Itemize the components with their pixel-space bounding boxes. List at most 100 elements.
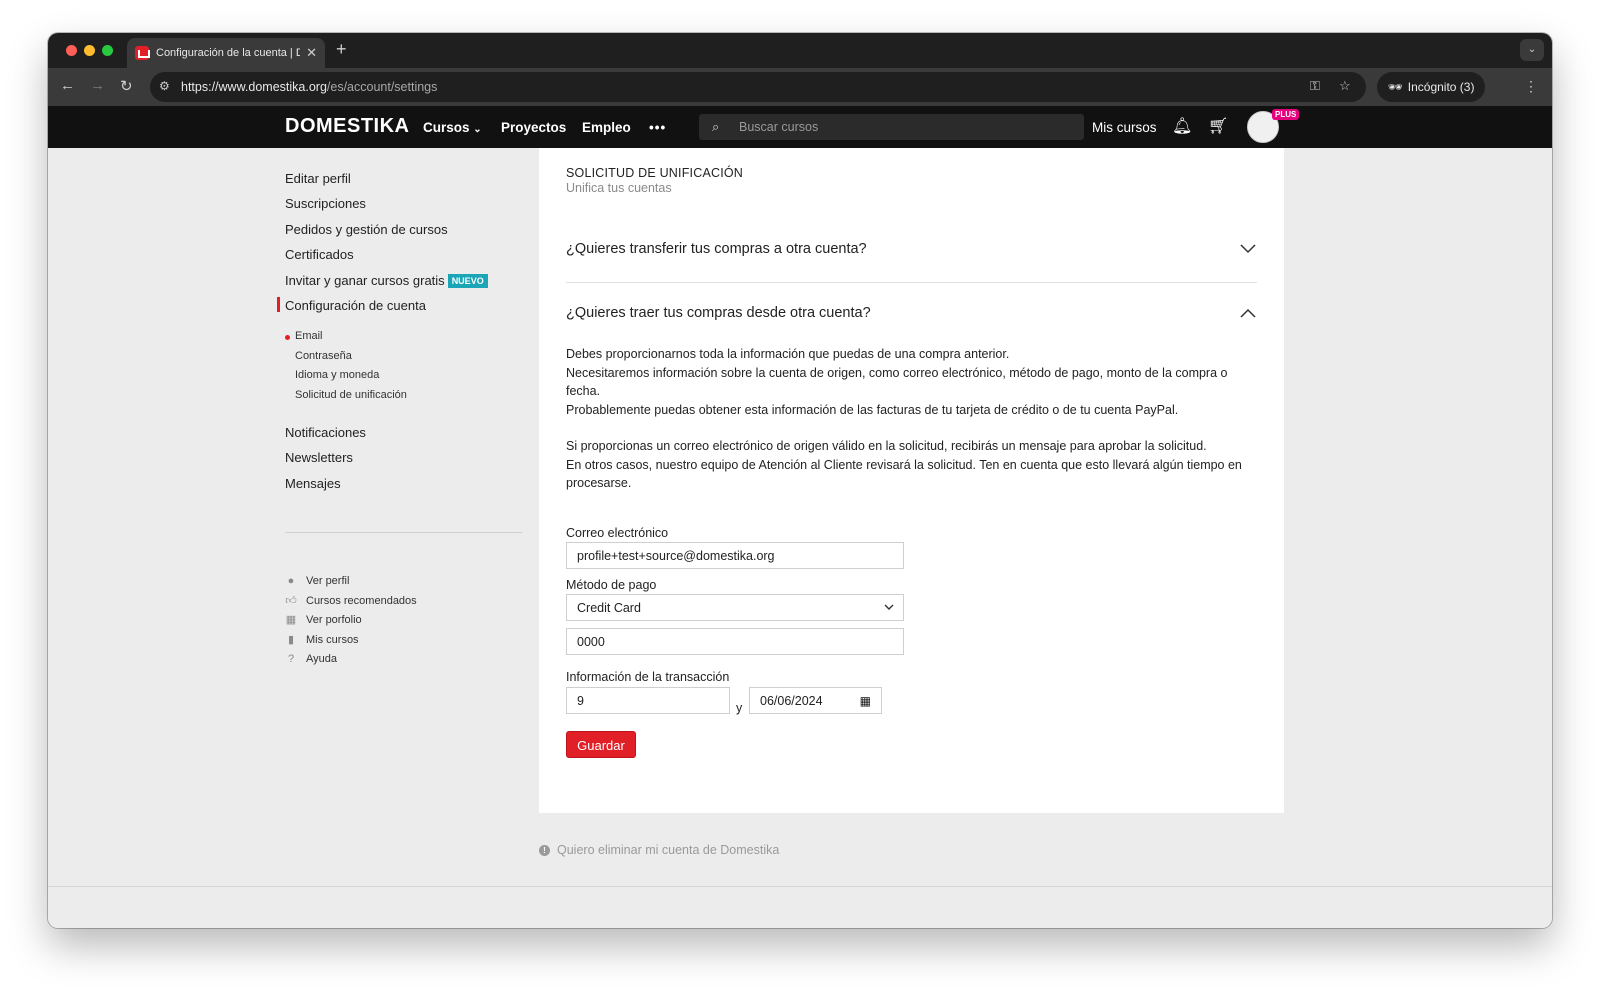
subitem-contrasena[interactable]: Contraseña bbox=[295, 350, 352, 362]
link-mis-cursos[interactable]: ▮ Mis cursos bbox=[285, 634, 359, 646]
close-tab-icon[interactable]: ✕ bbox=[306, 45, 317, 61]
chevron-down-icon[interactable] bbox=[1240, 244, 1256, 254]
bookmark-icon: ▮ bbox=[287, 634, 295, 646]
minimize-window-button[interactable] bbox=[84, 45, 95, 56]
link-cursos-recomendados[interactable]: 👍︎ Cursos recomendados bbox=[285, 595, 417, 607]
sidebar-item-editar-perfil[interactable]: Editar perfil bbox=[285, 171, 351, 186]
chevron-down-icon: ⌄ bbox=[473, 124, 482, 135]
site-info-icon[interactable]: ⚙ bbox=[159, 79, 170, 93]
accordion-transfer-question[interactable]: ¿Quieres transferir tus compras a otra c… bbox=[566, 241, 867, 257]
plus-badge: PLUS bbox=[1272, 109, 1300, 120]
nav-empleo[interactable]: Empleo bbox=[582, 120, 631, 135]
info-line: En otros casos, nuestro equipo de Atenci… bbox=[566, 457, 1242, 491]
course-search-input[interactable]: ⌕ Buscar cursos bbox=[699, 114, 1084, 140]
info-paragraph-2: Si proporcionas un correo electrónico de… bbox=[566, 437, 1258, 493]
nuevo-badge: NUEVO bbox=[447, 274, 488, 288]
link-ver-perfil-label: Ver perfil bbox=[306, 575, 350, 587]
active-indicator bbox=[277, 297, 280, 312]
payment-method-label: Método de pago bbox=[566, 578, 657, 592]
sidebar-item-notificaciones[interactable]: Notificaciones bbox=[285, 425, 366, 440]
domestika-logo[interactable]: DOMESTIKA bbox=[285, 115, 410, 138]
address-bar: ← → ↻ ⚙ https://www.domestika.org/es/acc… bbox=[48, 68, 1552, 106]
sidebar-item-configuracion[interactable]: Configuración de cuenta bbox=[285, 298, 426, 313]
subitem-email[interactable]: Email bbox=[285, 330, 323, 342]
sidebar-item-suscripciones[interactable]: Suscripciones bbox=[285, 196, 366, 211]
link-ayuda-label: Ayuda bbox=[306, 653, 337, 665]
info-line: Probablemente puedas obtener esta inform… bbox=[566, 402, 1179, 417]
section-title: SOLICITUD DE UNIFICACIÓN bbox=[566, 166, 744, 180]
link-cursos-recomendados-label: Cursos recomendados bbox=[306, 595, 417, 607]
section-subtitle: Unifica tus cuentas bbox=[566, 181, 672, 195]
sidebar-item-newsletters[interactable]: Newsletters bbox=[285, 450, 353, 465]
bookmark-star-icon[interactable]: ☆ bbox=[1339, 78, 1351, 94]
link-mis-cursos-label: Mis cursos bbox=[306, 634, 359, 646]
subitem-idioma[interactable]: Idioma y moneda bbox=[295, 369, 379, 381]
sidebar-item-certificados[interactable]: Certificados bbox=[285, 247, 354, 262]
calendar-icon[interactable]: ▦ bbox=[860, 694, 871, 708]
card-digits-field[interactable]: 0000 bbox=[566, 628, 904, 655]
date-field[interactable]: 06/06/2024 ▦ bbox=[749, 687, 882, 714]
tab-search-chevron-icon[interactable]: ⌄ bbox=[1520, 39, 1544, 61]
forward-arrow-icon[interactable]: → bbox=[90, 77, 105, 94]
transaction-label: Información de la transacción bbox=[566, 670, 730, 684]
info-paragraph-1: Debes proporcionarnos toda la informació… bbox=[566, 345, 1258, 419]
browser-window: Configuración de la cuenta | D ✕ + ⌄ ← →… bbox=[48, 33, 1552, 928]
site-header: DOMESTIKA Cursos ⌄ Proyectos Empleo ••• … bbox=[48, 106, 1552, 148]
accordion-divider bbox=[566, 282, 1257, 283]
delete-account-label: Quiero eliminar mi cuenta de Domestika bbox=[557, 843, 780, 857]
search-placeholder: Buscar cursos bbox=[739, 120, 819, 134]
key-icon[interactable]: ⚿ bbox=[1310, 78, 1320, 94]
back-arrow-icon[interactable]: ← bbox=[60, 77, 75, 94]
link-ver-porfolio-label: Ver porfolio bbox=[306, 614, 362, 626]
incognito-button[interactable]: 🕶 Incógnito (3) bbox=[1377, 72, 1485, 102]
chevron-up-icon[interactable] bbox=[1240, 308, 1256, 318]
maximize-window-button[interactable] bbox=[102, 45, 113, 56]
info-line: Debes proporcionarnos toda la informació… bbox=[566, 347, 1010, 361]
close-window-button[interactable] bbox=[66, 45, 77, 56]
url-input[interactable]: ⚙ https://www.domestika.org/es/account/s… bbox=[150, 72, 1366, 102]
domestika-favicon-icon bbox=[135, 46, 150, 60]
info-icon: ! bbox=[539, 844, 550, 856]
subitem-unificacion[interactable]: Solicitud de unificación bbox=[295, 389, 407, 401]
tab-title: Configuración de la cuenta | D bbox=[156, 47, 301, 59]
accordion-bring-question[interactable]: ¿Quieres traer tus compras desde otra cu… bbox=[566, 305, 871, 321]
browser-tab[interactable]: Configuración de la cuenta | D ✕ bbox=[127, 38, 325, 68]
email-field[interactable]: profile+test+source@domestika.org bbox=[566, 542, 904, 569]
nav-cursos-label: Cursos bbox=[423, 120, 470, 135]
sidebar-divider bbox=[285, 532, 522, 533]
save-button[interactable]: Guardar bbox=[566, 731, 636, 758]
search-icon: ⌕ bbox=[712, 119, 720, 134]
new-tab-icon[interactable]: + bbox=[336, 39, 347, 60]
cart-icon[interactable]: 🛒︎ bbox=[1208, 116, 1228, 136]
url-text: https://www.domestika.org/es/account/set… bbox=[181, 80, 437, 94]
sidebar-item-mensajes[interactable]: Mensajes bbox=[285, 476, 341, 491]
delete-account-link[interactable]: ! Quiero eliminar mi cuenta de Domestika bbox=[539, 843, 779, 857]
payment-method-value: Credit Card bbox=[577, 601, 641, 615]
tab-bar: Configuración de la cuenta | D ✕ + ⌄ bbox=[48, 33, 1552, 68]
link-ver-perfil[interactable]: ● Ver perfil bbox=[285, 575, 350, 587]
and-separator: y bbox=[736, 701, 743, 715]
payment-method-select[interactable]: Credit Card bbox=[566, 594, 904, 621]
sidebar-item-pedidos[interactable]: Pedidos y gestión de cursos bbox=[285, 222, 448, 237]
page-body: Editar perfil Suscripciones Pedidos y ge… bbox=[48, 148, 1552, 928]
chevron-down-icon bbox=[884, 604, 894, 610]
email-label: Correo electrónico bbox=[566, 526, 669, 540]
more-menu-icon[interactable]: ••• bbox=[649, 120, 666, 135]
sidebar-item-invitar-label: Invitar y ganar cursos gratis bbox=[285, 273, 445, 288]
browser-menu-icon[interactable]: ⋮ bbox=[1524, 78, 1538, 95]
nav-proyectos[interactable]: Proyectos bbox=[501, 120, 566, 135]
bell-icon[interactable]: 🔔︎ bbox=[1172, 116, 1192, 136]
amount-field[interactable]: 9 bbox=[566, 687, 730, 714]
my-courses-link[interactable]: Mis cursos bbox=[1092, 120, 1157, 135]
footer-divider bbox=[48, 886, 1552, 887]
sidebar-item-invitar[interactable]: Invitar y ganar cursos gratis NUEVO bbox=[285, 273, 488, 288]
link-ayuda[interactable]: ? Ayuda bbox=[285, 653, 337, 665]
help-icon: ? bbox=[287, 653, 295, 665]
reload-icon[interactable]: ↻ bbox=[120, 77, 133, 95]
url-host: https://www.domestika.org bbox=[181, 80, 327, 94]
url-path: /es/account/settings bbox=[326, 80, 438, 94]
link-ver-porfolio[interactable]: ▦ Ver porfolio bbox=[285, 614, 362, 626]
info-line: Si proporcionas un correo electrónico de… bbox=[566, 439, 1207, 453]
thumbs-up-icon: 👍︎ bbox=[285, 595, 297, 607]
nav-cursos[interactable]: Cursos ⌄ bbox=[423, 120, 482, 135]
